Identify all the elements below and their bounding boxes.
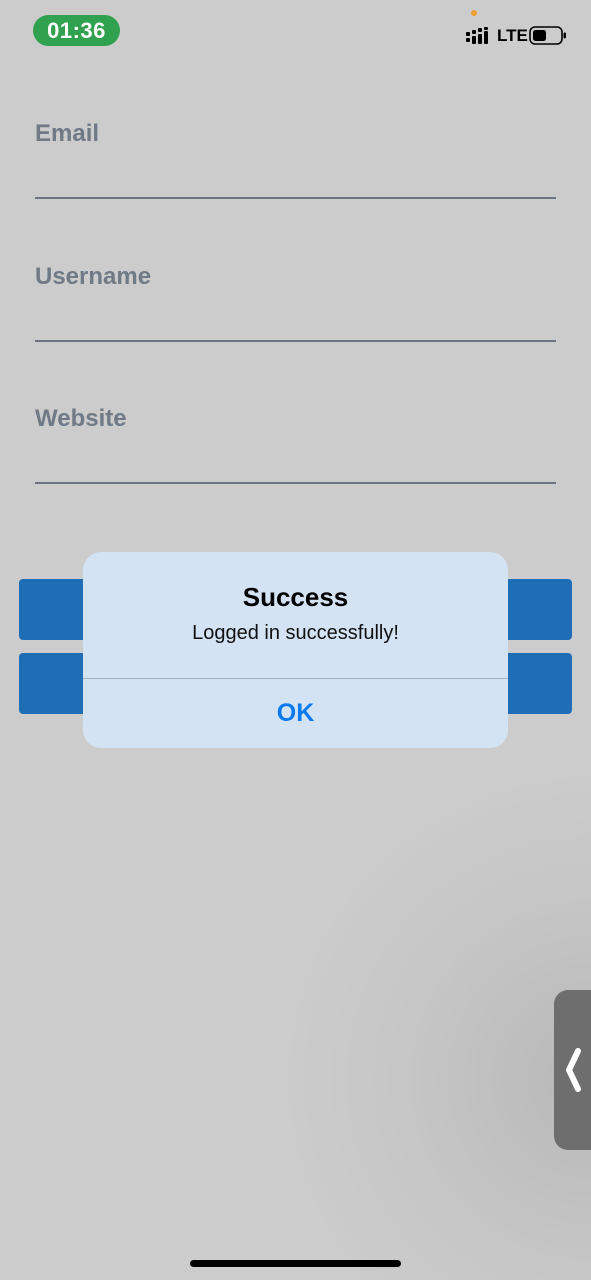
signal-icon <box>466 27 488 44</box>
website-input[interactable] <box>35 445 556 483</box>
website-label: Website <box>35 405 127 432</box>
status-time[interactable]: 01:36 <box>33 15 120 46</box>
status-bar: 01:36 LTE <box>0 0 591 60</box>
privacy-indicator-dot <box>471 10 477 16</box>
email-field: Email <box>35 120 556 232</box>
alert-title: Success <box>242 582 349 612</box>
alert-message: Logged in successfully! <box>192 622 399 644</box>
network-type: LTE <box>497 26 528 45</box>
username-field: Username <box>35 263 556 375</box>
side-panel-handle[interactable] <box>554 990 591 1150</box>
username-input[interactable] <box>35 303 556 341</box>
home-indicator[interactable] <box>190 1260 401 1267</box>
username-label: Username <box>35 263 152 290</box>
success-alert-dialog: Success Logged in successfully! OK <box>83 552 508 748</box>
email-input[interactable] <box>35 160 556 198</box>
website-field: Website <box>35 405 556 517</box>
battery-icon <box>529 26 566 45</box>
email-underline <box>35 197 556 199</box>
email-label: Email <box>35 120 100 147</box>
website-underline <box>35 482 556 484</box>
username-underline <box>35 340 556 342</box>
chevron-left-icon <box>566 1048 581 1092</box>
alert-ok-button[interactable]: OK <box>83 679 508 748</box>
